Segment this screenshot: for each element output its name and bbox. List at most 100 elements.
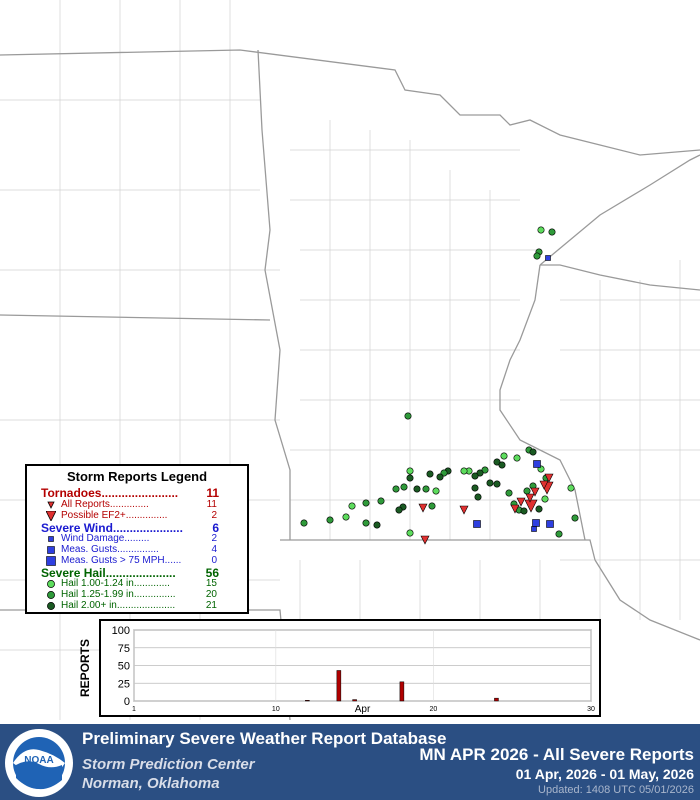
hail-report-marker bbox=[406, 474, 414, 482]
legend-wind-gusts-count: 4 bbox=[211, 544, 217, 555]
hail-report-marker bbox=[555, 530, 563, 538]
dark-green-circle-icon bbox=[47, 602, 55, 610]
small-triangle-icon bbox=[47, 501, 55, 509]
hail-report-marker bbox=[520, 507, 528, 515]
footer-org: Storm Prediction Center bbox=[82, 756, 255, 773]
legend-hail-small-label: Hail 1.00-1.24 in............. bbox=[61, 578, 170, 589]
legend-wind-gusts-75-label: Meas. Gusts > 75 MPH...... bbox=[61, 555, 182, 566]
legend-hail-large-label: Hail 2.00+ in..................... bbox=[61, 600, 176, 611]
hail-report-marker bbox=[471, 484, 479, 492]
footer-banner: NOAA Preliminary Severe Weather Report D… bbox=[0, 724, 700, 800]
chart-y-axis-label: REPORTS bbox=[78, 638, 92, 697]
wind-report-marker bbox=[532, 519, 540, 527]
legend-wind-damage-count: 2 bbox=[211, 533, 217, 544]
hail-report-marker bbox=[300, 519, 308, 527]
green-circle-icon bbox=[47, 591, 55, 599]
y-tick-label: 75 bbox=[118, 643, 130, 655]
legend-tornado-ef2-label: Possible EF2+............... bbox=[61, 510, 168, 521]
hail-report-marker bbox=[348, 502, 356, 510]
hail-report-marker bbox=[541, 495, 549, 503]
hail-report-marker bbox=[400, 483, 408, 491]
legend-tornadoes-count: 11 bbox=[206, 486, 219, 500]
hail-report-marker bbox=[392, 485, 400, 493]
hail-report-marker bbox=[432, 487, 440, 495]
legend-hail-medium-label: Hail 1.25-1.99 in............... bbox=[61, 589, 176, 600]
medium-square-icon bbox=[47, 546, 55, 554]
legend-title: Storm Reports Legend bbox=[66, 469, 208, 484]
reports-map bbox=[0, 0, 700, 724]
hail-report-marker bbox=[529, 448, 537, 456]
hail-report-marker bbox=[498, 461, 506, 469]
hail-report-marker bbox=[362, 499, 370, 507]
wind-report-marker bbox=[546, 520, 554, 528]
hail-report-marker bbox=[428, 502, 436, 510]
hail-report-marker bbox=[404, 412, 412, 420]
hail-report-marker bbox=[474, 493, 482, 501]
legend-hail-small-count: 15 bbox=[205, 578, 217, 589]
legend-wind-row: Severe Wind..................... 6 bbox=[27, 521, 247, 535]
y-tick-label: 100 bbox=[112, 625, 130, 637]
chart-bar bbox=[494, 697, 499, 702]
hail-report-marker bbox=[505, 489, 513, 497]
chart-bar bbox=[336, 670, 342, 702]
hail-report-marker bbox=[571, 514, 579, 522]
daily-reports-chart-panel: 0 25 50 75 100 1 10 20 30 Apr bbox=[99, 619, 601, 717]
small-square-icon bbox=[48, 536, 54, 542]
hail-report-marker bbox=[406, 529, 414, 537]
footer-summary: MN APR 2026 - All Severe Reports bbox=[419, 745, 694, 764]
wind-report-marker bbox=[531, 526, 537, 532]
hail-report-marker bbox=[567, 484, 575, 492]
hail-report-marker bbox=[395, 506, 403, 514]
x-tick-label: 1 bbox=[132, 706, 136, 713]
wind-report-marker bbox=[473, 520, 481, 528]
hail-report-marker bbox=[460, 467, 468, 475]
hail-report-marker bbox=[426, 470, 434, 478]
legend-hail-medium-count: 20 bbox=[205, 589, 217, 600]
chart-bar bbox=[399, 681, 405, 702]
hail-report-marker bbox=[500, 452, 508, 460]
wind-report-marker bbox=[545, 255, 551, 261]
hail-report-marker bbox=[377, 497, 385, 505]
light-green-circle-icon bbox=[47, 580, 55, 588]
x-tick-label: 20 bbox=[430, 706, 438, 713]
legend-wind-gusts-label: Meas. Gusts............... bbox=[61, 544, 159, 555]
footer-date-range: 01 Apr, 2026 - 01 May, 2026 bbox=[515, 766, 694, 782]
legend-hail-large-row: Hail 2.00+ in..................... 21 bbox=[27, 600, 247, 612]
chart-bar bbox=[352, 699, 357, 702]
x-axis-label: Apr bbox=[355, 704, 371, 715]
hail-report-marker bbox=[413, 485, 421, 493]
hail-report-marker bbox=[548, 228, 556, 236]
footer-title: Preliminary Severe Weather Report Databa… bbox=[82, 729, 447, 748]
hail-report-marker bbox=[537, 226, 545, 234]
y-tick-label: 25 bbox=[118, 678, 130, 690]
hail-report-marker bbox=[493, 480, 501, 488]
hail-report-marker bbox=[373, 521, 381, 529]
y-tick-label: 50 bbox=[118, 661, 130, 673]
hail-report-marker bbox=[326, 516, 334, 524]
hail-report-marker bbox=[513, 454, 521, 462]
daily-reports-chart: 0 25 50 75 100 1 10 20 30 Apr bbox=[112, 625, 595, 715]
legend-hail-row: Severe Hail..................... 56 bbox=[27, 566, 247, 580]
hail-report-marker bbox=[362, 519, 370, 527]
wind-report-marker bbox=[533, 460, 541, 468]
legend-tornado-ef2-count: 2 bbox=[211, 510, 217, 521]
large-triangle-icon bbox=[46, 511, 56, 521]
footer-updated: Updated: 1408 UTC 05/01/2026 bbox=[538, 784, 694, 796]
legend-wind-damage-label: Wind Damage......... bbox=[61, 533, 150, 544]
y-tick-label: 0 bbox=[124, 696, 130, 708]
x-tick-label: 30 bbox=[587, 706, 595, 713]
large-square-icon bbox=[46, 556, 56, 566]
legend-wind-gusts-75-count: 0 bbox=[211, 555, 217, 566]
legend-tornado-all-count: 11 bbox=[206, 499, 217, 510]
hail-report-marker bbox=[406, 467, 414, 475]
legend-hail-large-count: 21 bbox=[205, 600, 217, 611]
x-tick-label: 10 bbox=[272, 706, 280, 713]
hail-report-marker bbox=[486, 479, 494, 487]
legend-tornadoes-label: Tornadoes....................... bbox=[41, 486, 179, 500]
hail-report-marker bbox=[342, 513, 350, 521]
noaa-logo-text: NOAA bbox=[24, 755, 53, 766]
chart-bar bbox=[305, 700, 310, 702]
hail-report-marker bbox=[471, 472, 479, 480]
legend-tornadoes-row: Tornadoes....................... 11 bbox=[27, 486, 247, 500]
noaa-logo-icon: NOAA bbox=[5, 729, 73, 797]
